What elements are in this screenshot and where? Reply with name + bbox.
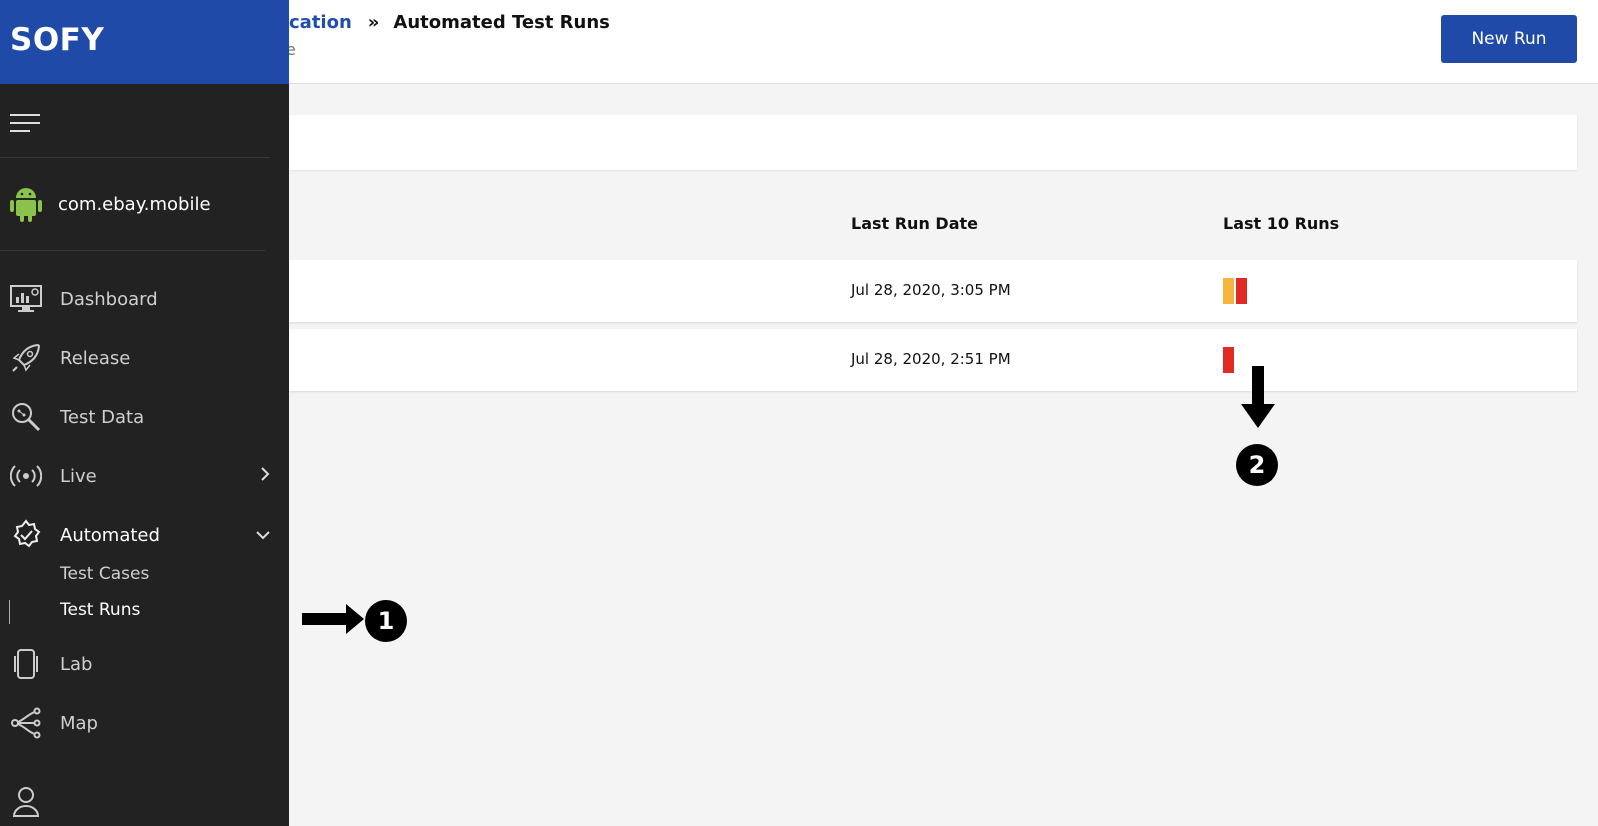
arrow-right-icon <box>302 604 364 634</box>
phone-icon <box>10 648 42 680</box>
sidebar-item-label: Automated <box>60 524 160 546</box>
user-icon[interactable] <box>12 785 40 817</box>
divider <box>0 157 270 158</box>
test-data-icon <box>10 401 42 433</box>
annotation-marker-2: 2 <box>1236 444 1278 486</box>
sidebar-item-label: Live <box>60 465 97 487</box>
sidebar-item-release[interactable]: Release <box>10 340 270 376</box>
sidebar-item-map[interactable]: Map <box>10 705 270 741</box>
active-indicator <box>9 600 10 624</box>
sidebar-item-label: Test Data <box>60 406 145 428</box>
logo-area: SOFY <box>0 0 289 84</box>
app-selector[interactable]: com.ebay.mobile <box>10 186 211 222</box>
filter-bar[interactable] <box>289 115 1577 170</box>
map-icon <box>10 707 42 739</box>
dashboard-icon <box>10 283 42 315</box>
sidebar-item-lab[interactable]: Lab <box>10 646 270 682</box>
gear-check-icon <box>10 519 42 551</box>
table-row[interactable]: Jul 28, 2020, 2:51 PM <box>289 329 1577 391</box>
arrow-down-icon <box>1241 366 1275 428</box>
sidebar-item-label: Map <box>60 712 98 734</box>
app-name: com.ebay.mobile <box>58 193 211 215</box>
annotation-marker-1: 1 <box>365 600 407 642</box>
logo[interactable]: SOFY <box>10 22 104 58</box>
breadcrumb: cation » Automated Test Runs <box>289 12 610 33</box>
sidebar-subitem-test-cases[interactable]: Test Cases <box>60 564 149 584</box>
table-row[interactable]: Jul 28, 2020, 3:05 PM <box>289 260 1577 322</box>
rocket-icon <box>10 342 42 374</box>
last-run-date: Jul 28, 2020, 2:51 PM <box>851 350 1011 368</box>
chevron-right-icon[interactable] <box>260 467 270 481</box>
last-run-date: Jul 28, 2020, 3:05 PM <box>851 281 1011 299</box>
sidebar-subitem-test-runs[interactable]: Test Runs <box>60 600 140 620</box>
chevron-down-icon[interactable] <box>256 530 270 540</box>
run-status-bar[interactable] <box>1223 347 1234 373</box>
new-run-button[interactable]: New Run <box>1441 15 1577 63</box>
last-10-runs <box>1223 347 1234 373</box>
run-status-bar[interactable] <box>1236 278 1247 304</box>
sidebar-item-label: Lab <box>60 653 93 675</box>
breadcrumb-link[interactable]: cation <box>289 12 352 33</box>
sidebar-item-live[interactable]: Live <box>10 458 270 494</box>
sidebar-item-automated[interactable]: Automated <box>10 517 270 553</box>
sidebar-item-test-data[interactable]: Test Data <box>10 399 270 435</box>
sidebar-item-dashboard[interactable]: Dashboard <box>10 281 270 317</box>
sidebar: SOFY com.ebay.mobile Dashboard Release T… <box>0 0 289 826</box>
page-title: Automated Test Runs <box>393 12 610 33</box>
last-10-runs <box>1223 278 1247 304</box>
hamburger-menu-icon[interactable] <box>10 112 40 134</box>
broadcast-icon <box>10 460 42 492</box>
breadcrumb-separator: » <box>367 12 380 33</box>
column-header-last-run-date[interactable]: Last Run Date <box>851 214 978 233</box>
divider <box>0 250 265 251</box>
android-icon <box>10 188 42 222</box>
sidebar-item-label: Dashboard <box>60 288 158 310</box>
sidebar-item-label: Release <box>60 347 131 369</box>
run-status-bar[interactable] <box>1223 278 1234 304</box>
column-header-last-10-runs[interactable]: Last 10 Runs <box>1223 214 1339 233</box>
